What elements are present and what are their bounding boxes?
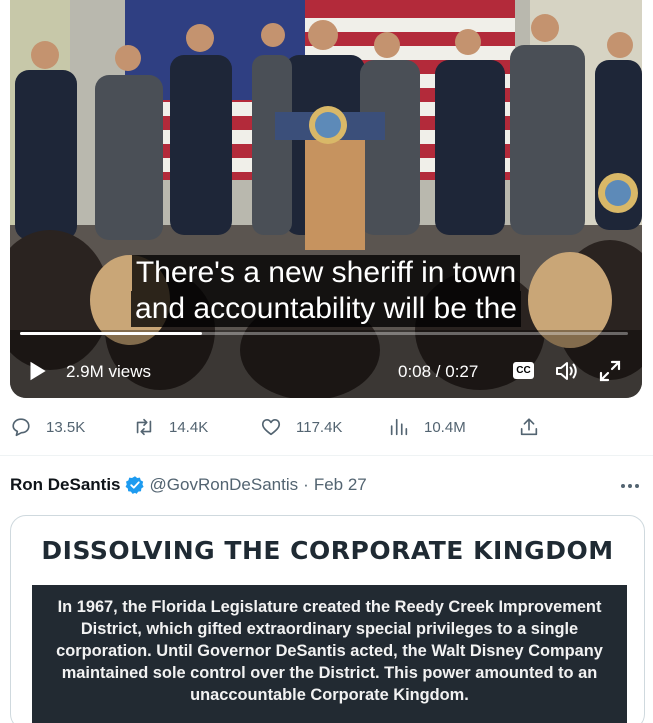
- like-icon: [261, 419, 281, 436]
- analytics-icon: [390, 418, 408, 436]
- like-button[interactable]: 117.4K: [260, 416, 342, 438]
- verified-badge-icon[interactable]: [125, 475, 145, 495]
- video-captions: There's a new sheriff in town and accoun…: [10, 255, 642, 327]
- closed-captions-icon[interactable]: CC: [513, 362, 534, 379]
- video-progress-fill: [20, 332, 203, 335]
- like-count: 117.4K: [296, 418, 343, 436]
- tweet-header: Ron DeSantis @GovRonDeSantis · Feb 27: [10, 474, 367, 496]
- tweet-media-image[interactable]: DISSOLVING THE CORPORATE KINGDOM In 1967…: [10, 515, 645, 723]
- reply-count: 13.5K: [46, 418, 86, 436]
- repost-icon: [136, 418, 152, 436]
- play-icon[interactable]: [24, 358, 50, 384]
- infographic-title: DISSOLVING THE CORPORATE KINGDOM: [41, 536, 614, 565]
- caption-line-2: and accountability will be the: [131, 291, 521, 327]
- volume-icon[interactable]: [554, 359, 580, 383]
- tweet-divider: [0, 455, 653, 456]
- more-options-icon[interactable]: [618, 476, 642, 496]
- video-view-count: 2.9M views: [66, 362, 152, 381]
- video-timestamp: 0:08 / 0:27: [398, 362, 479, 381]
- analytics-button[interactable]: 10.4M: [388, 416, 466, 438]
- tweet-date[interactable]: Feb 27: [314, 475, 367, 495]
- infographic-text-box: In 1967, the Florida Legislature created…: [32, 585, 627, 723]
- author-handle[interactable]: @GovRonDeSantis: [150, 475, 299, 495]
- view-count: 10.4M: [424, 418, 466, 436]
- repost-button[interactable]: 14.4K: [133, 416, 208, 438]
- video-progress-bar[interactable]: [20, 332, 628, 335]
- tweet-action-bar: 13.5K 14.4K 117.4K 10.4M: [0, 410, 653, 446]
- infographic-body: In 1967, the Florida Legislature created…: [56, 598, 603, 704]
- author-name[interactable]: Ron DeSantis: [10, 475, 121, 495]
- video-player[interactable]: There's a new sheriff in town and accoun…: [10, 0, 642, 398]
- meta-separator: ·: [303, 475, 309, 494]
- repost-count: 14.4K: [169, 418, 209, 436]
- reply-icon: [12, 418, 30, 437]
- video-controls: 2.9M views 0:08 / 0:27 CC: [10, 350, 642, 394]
- share-icon[interactable]: [518, 416, 540, 438]
- video-frame: [10, 0, 642, 398]
- reply-button[interactable]: 13.5K: [10, 416, 85, 438]
- cc-label: CC: [516, 365, 531, 376]
- fullscreen-icon[interactable]: [598, 359, 622, 383]
- caption-line-1: There's a new sheriff in town: [131, 255, 521, 291]
